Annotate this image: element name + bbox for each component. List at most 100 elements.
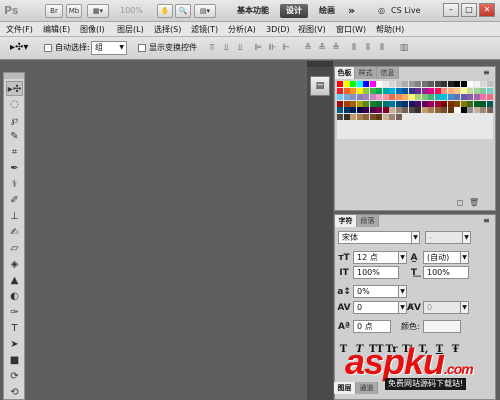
stamp-tool-icon[interactable]: ⊥ — [6, 209, 23, 224]
distribute-vcenter-icon[interactable]: ≛ — [316, 42, 328, 54]
swatch[interactable] — [454, 100, 460, 107]
swatch[interactable] — [434, 100, 441, 107]
swatch[interactable] — [337, 107, 343, 113]
paint-bucket-tool-icon[interactable]: ◈ — [6, 257, 23, 272]
swatch[interactable] — [480, 81, 486, 87]
3d-camera-tool-icon[interactable]: ⟲ — [6, 385, 23, 400]
swatch[interactable] — [343, 81, 350, 87]
swatch[interactable] — [421, 94, 428, 100]
minimize-button[interactable]: – — [443, 3, 459, 17]
close-button[interactable]: ✕ — [479, 3, 495, 17]
swatch[interactable] — [473, 94, 480, 100]
menu-3d[interactable]: 3D(D) — [266, 22, 290, 37]
swatch[interactable] — [337, 100, 343, 107]
swatch[interactable] — [428, 107, 434, 113]
swatch[interactable] — [415, 87, 421, 94]
swatch[interactable] — [473, 107, 480, 113]
swatch[interactable] — [454, 81, 460, 87]
swatch[interactable] — [363, 81, 369, 87]
swatch-grid[interactable] — [337, 81, 493, 139]
swatch[interactable] — [428, 81, 434, 87]
tab-character[interactable]: 字符 — [335, 215, 357, 227]
tab-paragraph[interactable]: 段落 — [357, 215, 379, 227]
swatch[interactable] — [356, 107, 363, 113]
swatch[interactable] — [395, 87, 402, 94]
swatch[interactable] — [376, 87, 382, 94]
swatch[interactable] — [408, 100, 415, 107]
swatch[interactable] — [343, 87, 350, 94]
swatch[interactable] — [408, 94, 415, 100]
swatch[interactable] — [486, 81, 493, 87]
swatch[interactable] — [369, 81, 376, 87]
swatch[interactable] — [467, 81, 473, 87]
swatch[interactable] — [350, 100, 356, 107]
view-extras-button[interactable]: ▦▾ — [87, 4, 109, 18]
path-select-tool-icon[interactable]: ➤ — [6, 337, 23, 352]
swatch[interactable] — [350, 107, 356, 113]
history-brush-tool-icon[interactable]: ✍ — [6, 225, 23, 240]
swatch[interactable] — [363, 100, 369, 107]
swatch[interactable] — [454, 87, 460, 94]
swatch[interactable] — [402, 94, 408, 100]
swatch[interactable] — [382, 100, 389, 107]
swatch[interactable] — [376, 81, 382, 87]
auto-select-checkbox[interactable] — [44, 44, 52, 52]
move-tool-preset-icon[interactable]: ▸✣▾ — [10, 41, 34, 55]
swatch[interactable] — [447, 100, 454, 107]
distribute-bottom-icon[interactable]: ≜ — [330, 42, 342, 54]
baseline-shift-field[interactable]: 0 点 — [353, 320, 391, 333]
lasso-tool-icon[interactable]: ℘ — [6, 113, 23, 128]
panel-menu-icon[interactable]: ≡ — [483, 68, 493, 78]
workspace-design[interactable]: 设计 — [280, 4, 308, 18]
swatch[interactable] — [415, 100, 421, 107]
swatch[interactable] — [363, 94, 369, 100]
swatch[interactable] — [421, 107, 428, 113]
swatch[interactable] — [337, 94, 343, 100]
swatch[interactable] — [343, 100, 350, 107]
swatch[interactable] — [486, 100, 493, 107]
chevron-down-icon[interactable]: ▼ — [460, 251, 469, 264]
swatch[interactable] — [376, 94, 382, 100]
cslive-button[interactable]: CS Live — [391, 4, 431, 18]
swatch[interactable] — [460, 100, 467, 107]
swatch[interactable] — [382, 94, 389, 100]
swatch[interactable] — [480, 107, 486, 113]
show-transform-checkbox[interactable] — [138, 44, 146, 52]
align-vcenter-icon[interactable]: ⫫ — [220, 42, 232, 54]
swatch[interactable] — [369, 107, 376, 113]
swatch[interactable] — [421, 100, 428, 107]
font-size-field[interactable]: 12 点 — [353, 251, 399, 264]
chevron-down-icon[interactable]: ▼ — [398, 251, 407, 264]
zoom-level[interactable]: 100% — [120, 4, 150, 18]
delete-swatch-icon[interactable]: 🗑 — [469, 198, 479, 208]
tab-styles[interactable]: 样式 — [355, 67, 377, 79]
swatch[interactable] — [486, 94, 493, 100]
vertical-scale-field[interactable]: 100% — [353, 266, 399, 279]
menu-edit[interactable]: 编辑(E) — [43, 22, 70, 37]
swatch[interactable] — [460, 87, 467, 94]
swatch[interactable] — [402, 87, 408, 94]
font-style-dropdown[interactable]: - — [425, 231, 463, 244]
toolbox-grip[interactable] — [4, 73, 24, 79]
swatch[interactable] — [428, 94, 434, 100]
move-tool-icon[interactable]: ▸✣ — [6, 81, 23, 96]
distribute-left-icon[interactable]: ⦀ — [348, 42, 360, 54]
text-color-swatch[interactable] — [423, 320, 461, 333]
swatch[interactable] — [441, 100, 447, 107]
menu-filter[interactable]: 滤镜(T) — [191, 22, 218, 37]
distribute-hcenter-icon[interactable]: ⦀ — [362, 42, 374, 54]
restore-button[interactable]: □ — [461, 3, 477, 17]
swatch[interactable] — [460, 81, 467, 87]
swatch[interactable] — [382, 113, 389, 120]
swatch[interactable] — [447, 94, 454, 100]
swatch[interactable] — [356, 100, 363, 107]
swatch[interactable] — [350, 81, 356, 87]
distribute-right-icon[interactable]: ⦀ — [376, 42, 388, 54]
swatch[interactable] — [382, 107, 389, 113]
swatch[interactable] — [363, 107, 369, 113]
zoom-tool-button[interactable]: 🔍 — [175, 4, 191, 18]
tab-swatches[interactable]: 色板 — [335, 67, 355, 79]
swatch[interactable] — [402, 107, 408, 113]
swatch[interactable] — [363, 113, 369, 120]
swatch[interactable] — [473, 87, 480, 94]
